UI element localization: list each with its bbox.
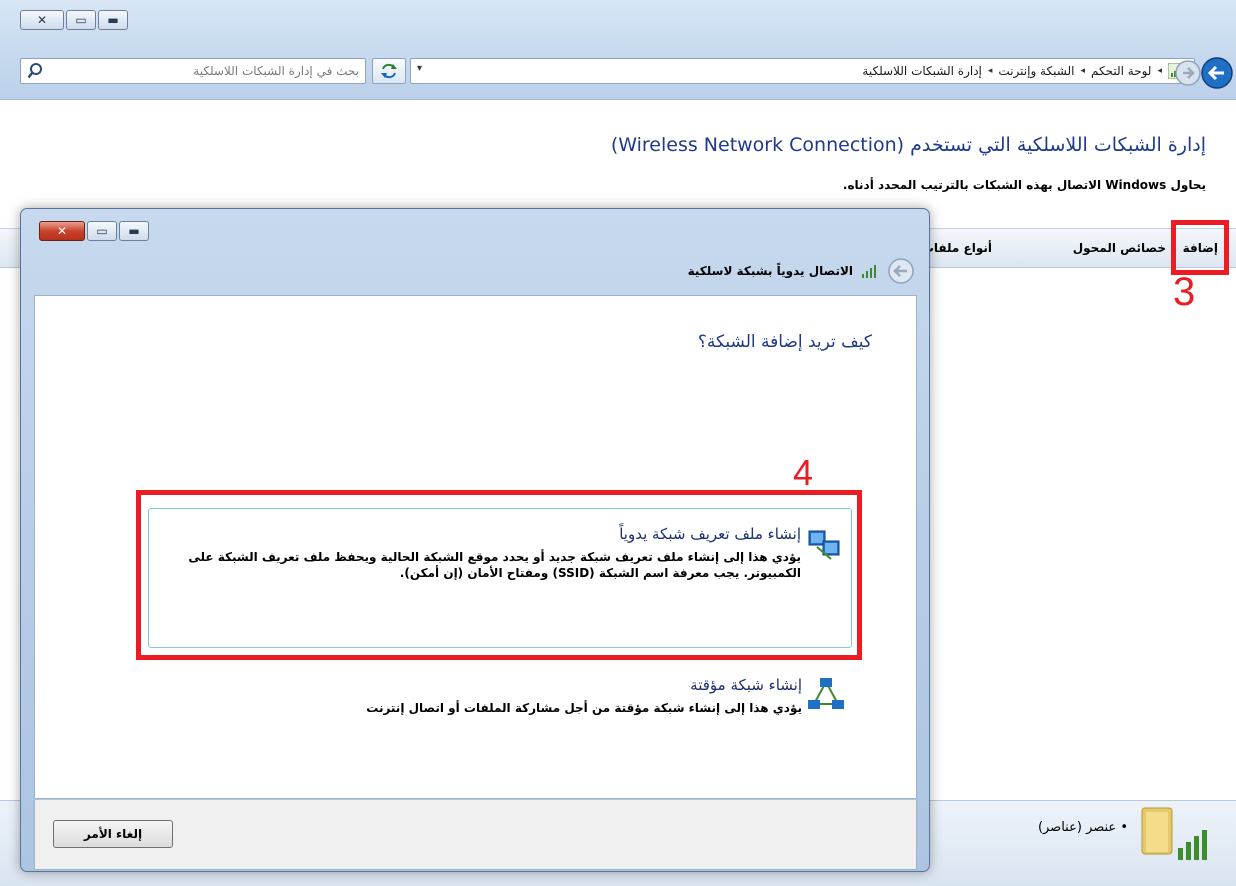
annotation-label: 3	[1173, 270, 1196, 314]
network-signal-icon	[862, 265, 876, 278]
breadcrumb-item-control-panel[interactable]: لوحة التحكم	[1091, 64, 1152, 78]
breadcrumb-separator: ◂	[1157, 66, 1162, 76]
search-input[interactable]: بحث في إدارة الشبكات اللاسلكية	[20, 58, 366, 84]
dialog-maximize-button[interactable]: ▭	[87, 221, 117, 241]
search-icon	[27, 63, 42, 79]
wireless-folder-icon	[1141, 807, 1207, 860]
breadcrumb-item-wireless[interactable]: إدارة الشبكات اللاسلكية	[862, 64, 981, 78]
option-description: يؤدي هذا إلى إنشاء شبكة مؤقتة من أجل مشا…	[366, 701, 802, 715]
dialog-minimize-button[interactable]: ▬	[119, 221, 149, 241]
annotation-highlight-box	[136, 490, 862, 660]
back-arrow-icon[interactable]	[1200, 56, 1234, 90]
address-bar[interactable]: ▾ ◂ لوحة التحكم ◂ الشبكة وإنترنت ◂ إدارة…	[410, 58, 1195, 84]
refresh-icon	[381, 63, 397, 79]
adhoc-network-icon	[808, 678, 844, 709]
main-caption-buttons: ✕ ▭ ▬	[20, 10, 128, 30]
breadcrumb-separator: ◂	[1080, 66, 1085, 76]
page-title: إدارة الشبكات اللاسلكية التي تستخدم (Wir…	[610, 134, 1206, 156]
item-count: • عنصر (عناصر)	[1037, 820, 1128, 835]
breadcrumb-item-network[interactable]: الشبكة وإنترنت	[998, 64, 1074, 78]
close-button[interactable]: ✕	[20, 10, 64, 30]
dialog-footer: إلغاء الأمر	[34, 800, 917, 870]
breadcrumb: ◂ لوحة التحكم ◂ الشبكة وإنترنت ◂ إدارة ا…	[862, 63, 1186, 79]
search-placeholder: بحث في إدارة الشبكات اللاسلكية	[193, 64, 359, 78]
option-title: إنشاء شبكة مؤقتة	[690, 676, 802, 694]
option-adhoc-network[interactable]: إنشاء شبكة مؤقتة يؤدي هذا إلى إنشاء شبكة…	[148, 666, 852, 746]
dialog-nav-row: الاتصال يدوياً بشبكة لاسلكية	[688, 257, 915, 285]
dialog-close-button[interactable]: ✕	[39, 221, 85, 241]
address-dropdown-icon[interactable]: ▾	[417, 63, 422, 74]
forward-icon[interactable]	[1173, 58, 1203, 88]
back-arrow-icon[interactable]	[887, 257, 915, 285]
maximize-button[interactable]: ▭	[66, 10, 96, 30]
dialog-title: الاتصال يدوياً بشبكة لاسلكية	[687, 264, 853, 278]
dialog-question: كيف تريد إضافة الشبكة؟	[697, 332, 872, 352]
adapter-properties-button[interactable]: خصائص المحول	[1073, 241, 1166, 255]
main-toolbar-area: ✕ ▭ ▬ بحث في إدارة الشبكات اللاسلكية ▾ ◂…	[0, 0, 1236, 100]
breadcrumb-separator: ◂	[987, 66, 993, 76]
dialog-caption-buttons: ✕ ▭ ▬	[39, 221, 149, 241]
cancel-button[interactable]: إلغاء الأمر	[53, 820, 173, 848]
minimize-button[interactable]: ▬	[98, 10, 128, 30]
page-description: يحاول Windows الاتصال بهذه الشبكات بالتر…	[842, 178, 1206, 192]
annotation-highlight-box	[1171, 220, 1229, 275]
refresh-button[interactable]	[372, 58, 406, 84]
annotation-label: 4	[793, 452, 814, 493]
